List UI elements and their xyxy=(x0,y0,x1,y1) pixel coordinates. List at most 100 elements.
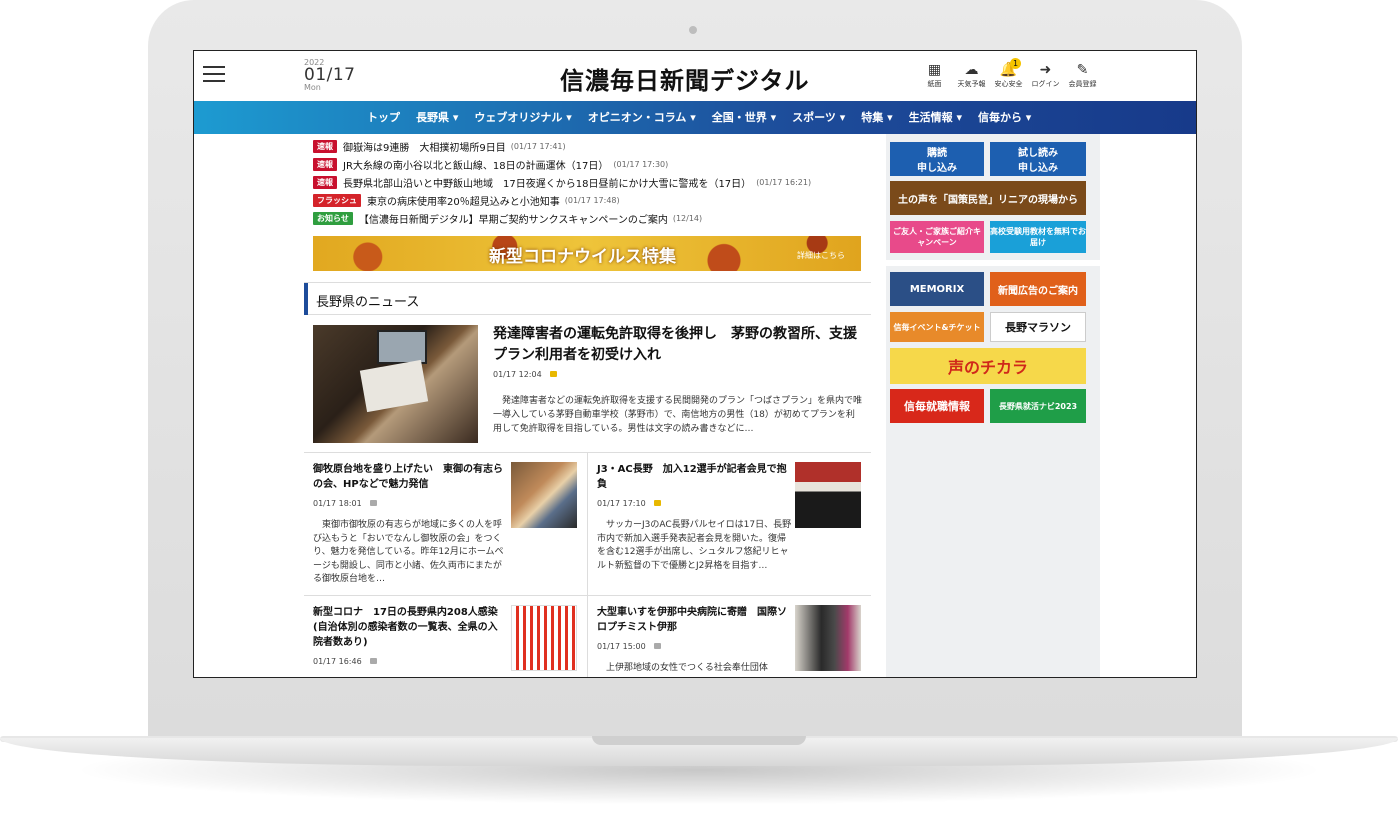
laptop-notch xyxy=(592,736,806,745)
ad-guide-ad[interactable]: 新聞広告のご案内 xyxy=(990,272,1086,306)
lead-article-summary: 発達障害者などの運転免許取得を支援する民間開発のプラン「つばさプラン」を県内で唯… xyxy=(493,396,863,434)
newspaper-label: 紙面 xyxy=(927,80,942,88)
trial-ad[interactable]: 試し読み 申し込み xyxy=(990,142,1086,176)
lead-article-meta: 01/17 12:04 xyxy=(493,370,557,379)
card-meta: 01/17 15:00 xyxy=(597,642,661,651)
corona-feature-banner[interactable]: 新型コロナウイルス特集 詳細はこちら xyxy=(313,236,861,271)
global-nav: トップ 長野県 ▾ ウェブオリジナル ▾ オピニオン・コラム ▾ 全国・世界 ▾… xyxy=(194,101,1196,134)
breaking-item[interactable]: 速報 御嶽海は9連勝 大相撲初場所9日目 (01/17 17:41) xyxy=(313,138,873,155)
notice-item[interactable]: お知らせ 【信濃毎日新聞デジタル】早期ご契約サンクスキャンペーンのご案内 (12/1… xyxy=(313,210,873,227)
lock-icon xyxy=(369,658,377,664)
article-card[interactable]: J3・AC長野 加入12選手が記者会見で抱負 01/17 17:10 サッカーJ… xyxy=(588,452,871,592)
section-header: 長野県のニュース xyxy=(304,282,871,315)
nav-features[interactable]: 特集 ▾ xyxy=(853,101,900,134)
breaking-time: (01/17 17:30) xyxy=(613,160,669,169)
lock-icon xyxy=(369,500,377,506)
exam-material-ad[interactable]: 高校受験用教材を無料でお届け xyxy=(990,221,1086,253)
webcam-icon xyxy=(689,26,697,34)
notice-tag: お知らせ xyxy=(313,212,353,225)
lock-icon xyxy=(653,500,661,506)
card-title: 大型車いすを伊那中央病院に寄贈 国際ソロプチミスト伊那 xyxy=(597,607,787,633)
job-navi-ad[interactable]: 長野県就活ナビ2023 xyxy=(990,389,1086,423)
flash-tag: フラッシュ xyxy=(313,194,361,207)
lead-article-image[interactable] xyxy=(313,325,478,443)
register-icon: ✎ xyxy=(1076,62,1089,78)
article-card[interactable]: 御牧原台地を盛り上げたい 東御の有志らの会、HPなどで魅力発信 01/17 18… xyxy=(304,452,588,592)
notification-badge: 1 xyxy=(1010,58,1021,69)
referral-campaign-ad[interactable]: ご友人・ご家族ご紹介キャンペーン xyxy=(890,221,984,253)
weather-icon: ☁ xyxy=(964,62,979,78)
card-title: 御牧原台地を盛り上げたい 東御の有志らの会、HPなどで魅力発信 xyxy=(313,464,503,490)
tablet-image xyxy=(377,330,427,364)
safety-link[interactable]: 🔔 1 安心安全 xyxy=(990,58,1027,89)
nav-nagano[interactable]: 長野県 ▾ xyxy=(408,101,466,134)
card-time: 01/17 17:10 xyxy=(597,499,646,508)
card-meta: 01/17 18:01 xyxy=(313,499,377,508)
login-label: ログイン xyxy=(1031,80,1060,88)
notice-text: 【信濃毎日新聞デジタル】早期ご契約サンクスキャンペーンのご案内 xyxy=(358,215,668,226)
newspaper-icon: ▦ xyxy=(927,62,942,78)
nav-top[interactable]: トップ xyxy=(359,101,408,134)
lead-article-time: 01/17 12:04 xyxy=(493,370,542,379)
breaking-time: (01/17 17:41) xyxy=(510,142,566,151)
nav-from-shinmai[interactable]: 信毎から ▾ xyxy=(970,101,1039,134)
breaking-tag: 速報 xyxy=(313,176,337,189)
sidebar: 購読 申し込み 試し読み 申し込み 土の声を「国策民営」リニアの現場から ご友人… xyxy=(886,134,1100,677)
lead-article-title[interactable]: 発達障害者の運転免許取得を後押し 茅野の教習所、支援プラン利用者を初受け入れ xyxy=(493,324,863,366)
hamburger-menu-icon[interactable] xyxy=(203,66,225,82)
breaking-item[interactable]: フラッシュ 東京の病床使用率20％超見込みと小池知事 (01/17 17:48) xyxy=(313,192,873,209)
breaking-item[interactable]: 速報 長野県北部山沿いと中野飯山地域 17日夜遅くから18日昼前にかけ大雪に警戒を… xyxy=(313,174,873,191)
laptop-mockup: 2022 01/17 Mon 信濃毎日新聞デジタル ▦ 紙面 ☁ 天気予報 🔔 1 安心… xyxy=(0,0,1398,820)
event-ticket-ad[interactable]: 信毎イベント&チケット xyxy=(890,312,984,342)
register-label: 会員登録 xyxy=(1068,80,1097,88)
breaking-text: 御嶽海は9連勝 大相撲初場所9日目 xyxy=(343,143,506,154)
safety-label: 安心安全 xyxy=(994,80,1023,88)
login-link[interactable]: ➜ ログイン xyxy=(1027,61,1064,89)
date-display: 2022 01/17 Mon xyxy=(304,59,356,92)
nav-web-original[interactable]: ウェブオリジナル ▾ xyxy=(466,101,579,134)
breaking-text: JR大糸線の南小谷以北と飯山線、18日の計画運休（17日） xyxy=(343,161,609,172)
nav-living[interactable]: 生活情報 ▾ xyxy=(901,101,970,134)
job-info-ad[interactable]: 信毎就職情報 xyxy=(890,389,984,423)
card-summary: サッカーJ3のAC長野パルセイロは17日、長野市内で新加入選手発表記者会見を開い… xyxy=(597,520,792,571)
subscribe-ad[interactable]: 購読 申し込み xyxy=(890,142,984,176)
paper-image xyxy=(359,359,429,413)
card-meta: 01/17 17:10 xyxy=(597,499,661,508)
card-title: J3・AC長野 加入12選手が記者会見で抱負 xyxy=(597,464,787,490)
bell-icon-wrap: 🔔 1 xyxy=(990,58,1027,79)
card-thumbnail xyxy=(795,605,861,671)
nagano-marathon-ad[interactable]: 長野マラソン xyxy=(990,312,1086,342)
login-icon: ➜ xyxy=(1039,62,1052,78)
nav-national-world[interactable]: 全国・世界 ▾ xyxy=(704,101,784,134)
site-logo[interactable]: 信濃毎日新聞デジタル xyxy=(560,61,810,96)
section-title: 長野県のニュース xyxy=(316,295,420,310)
nav-opinion[interactable]: オピニオン・コラム ▾ xyxy=(580,101,704,134)
card-time: 01/17 18:01 xyxy=(313,499,362,508)
article-card[interactable]: 新型コロナ 17日の長野県内208人感染(自治体別の感染者数の一覧表、全県の入院… xyxy=(304,595,588,677)
weather-link[interactable]: ☁ 天気予報 xyxy=(953,61,990,89)
card-summary: 東御市御牧原の有志らが地域に多くの人を呼び込もうと「おいでなんし御牧原の会」をつ… xyxy=(313,520,504,584)
card-title: 新型コロナ 17日の長野県内208人感染(自治体別の感染者数の一覧表、全県の入院… xyxy=(313,607,498,648)
date-month-day: 01/17 xyxy=(304,65,356,85)
banner-title: 新型コロナウイルス特集 xyxy=(489,247,676,267)
card-meta: 01/17 16:46 xyxy=(313,657,377,666)
koe-no-chikara-ad[interactable]: 声のチカラ xyxy=(890,348,1086,384)
card-thumbnail xyxy=(795,462,861,528)
newspaper-link[interactable]: ▦ 紙面 xyxy=(916,61,953,89)
breaking-text: 長野県北部山沿いと中野飯山地域 17日夜遅くから18日昼前にかけ大雪に警戒を（1… xyxy=(343,179,752,190)
register-link[interactable]: ✎ 会員登録 xyxy=(1064,61,1101,89)
article-card[interactable]: 大型車いすを伊那中央病院に寄贈 国際ソロプチミスト伊那 01/17 15:00 … xyxy=(588,595,871,677)
weather-label: 天気予報 xyxy=(957,80,986,88)
nav-sports[interactable]: スポーツ ▾ xyxy=(784,101,853,134)
breaking-text: 東京の病床使用率20％超見込みと小池知事 xyxy=(367,197,560,208)
memorix-ad[interactable]: MEMORIX xyxy=(890,272,984,306)
lock-icon xyxy=(549,371,557,377)
card-thumbnail-chart xyxy=(511,605,577,671)
card-time: 01/17 16:46 xyxy=(313,657,362,666)
main-column: 速報 御嶽海は9連勝 大相撲初場所9日目 (01/17 17:41) 速報 JR大糸線… xyxy=(304,134,873,677)
breaking-tag: 速報 xyxy=(313,158,337,171)
breaking-item[interactable]: 速報 JR大糸線の南小谷以北と飯山線、18日の計画運休（17日） (01/17 17… xyxy=(313,156,873,173)
linear-feature-ad[interactable]: 土の声を「国策民営」リニアの現場から xyxy=(890,181,1086,215)
card-summary: 上伊那地域の女性でつくる社会奉仕団体 xyxy=(597,663,768,673)
breaking-time: (01/17 17:48) xyxy=(564,196,620,205)
